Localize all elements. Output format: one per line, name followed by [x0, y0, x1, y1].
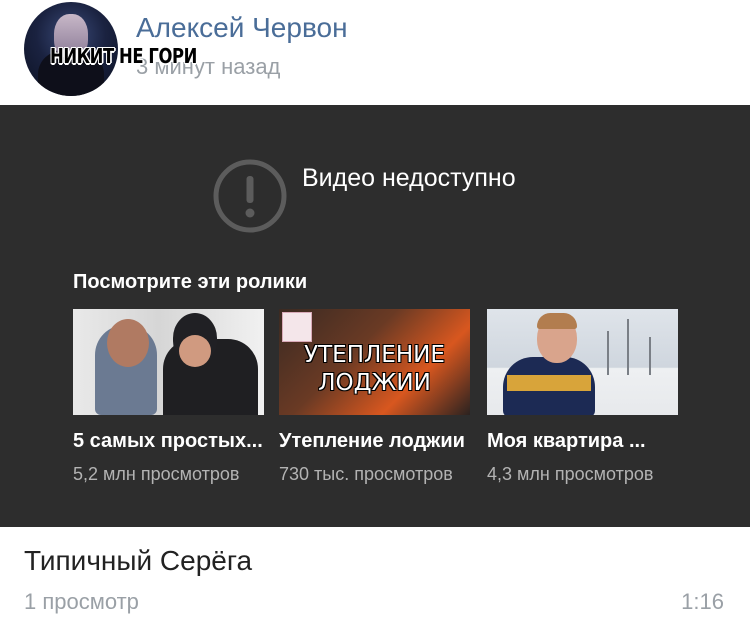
suggested-video-thumbnail[interactable]: [73, 309, 264, 415]
thumb-tree: [649, 337, 651, 375]
author-name[interactable]: Алексей Червон: [136, 12, 348, 44]
suggested-video-card[interactable]: Моя квартира ... 4,3 млн просмотров: [487, 309, 678, 484]
post-header: Алексей Червон 3 минут назад НИКИТ НЕ ГО…: [0, 0, 750, 104]
suggested-video-card[interactable]: 5 самых простых... 5,2 млн просмотров: [73, 309, 264, 484]
video-view-count: 1 просмотр: [24, 589, 139, 614]
thumb-tree: [607, 331, 609, 375]
thumb-jacket-stripe: [507, 375, 591, 391]
suggested-video-thumbnail[interactable]: [487, 309, 678, 415]
thumb-person-head: [107, 319, 149, 367]
video-info: Типичный Серёга 1 просмотр 1:16: [0, 527, 750, 636]
suggestions-heading: Посмотрите эти ролики: [73, 271, 308, 293]
suggested-video-title[interactable]: Моя квартира ...: [487, 430, 678, 453]
thumb-person-hair: [537, 313, 577, 329]
thumb-sticker: [282, 312, 312, 342]
suggested-video-views: 4,3 млн просмотров: [487, 464, 654, 484]
thumb-person-face: [179, 335, 211, 367]
thumb-caption-line: ЛОДЖИИ: [318, 370, 431, 396]
suggested-video-views: 730 тыс. просмотров: [279, 464, 453, 484]
thumb-tree: [627, 319, 629, 375]
video-duration: 1:16: [681, 589, 724, 614]
video-unavailable-message: Видео недоступно: [302, 164, 516, 192]
suggested-video-card[interactable]: УТЕПЛЕНИЕ ЛОДЖИИ Утепление лоджии 730 ты…: [279, 309, 470, 484]
suggested-video-title[interactable]: 5 самых простых...: [73, 430, 264, 453]
suggested-video-title[interactable]: Утепление лоджии: [279, 430, 470, 453]
suggested-video-thumbnail[interactable]: УТЕПЛЕНИЕ ЛОДЖИИ: [279, 309, 470, 415]
video-title[interactable]: Типичный Серёга: [24, 545, 252, 577]
suggested-video-views: 5,2 млн просмотров: [73, 464, 240, 484]
avatar-overlay-caption: НИКИТ НЕ ГОРИ: [50, 44, 197, 68]
thumb-caption-line: УТЕПЛЕНИЕ: [304, 342, 445, 368]
exclamation-circle-icon: [213, 159, 287, 233]
